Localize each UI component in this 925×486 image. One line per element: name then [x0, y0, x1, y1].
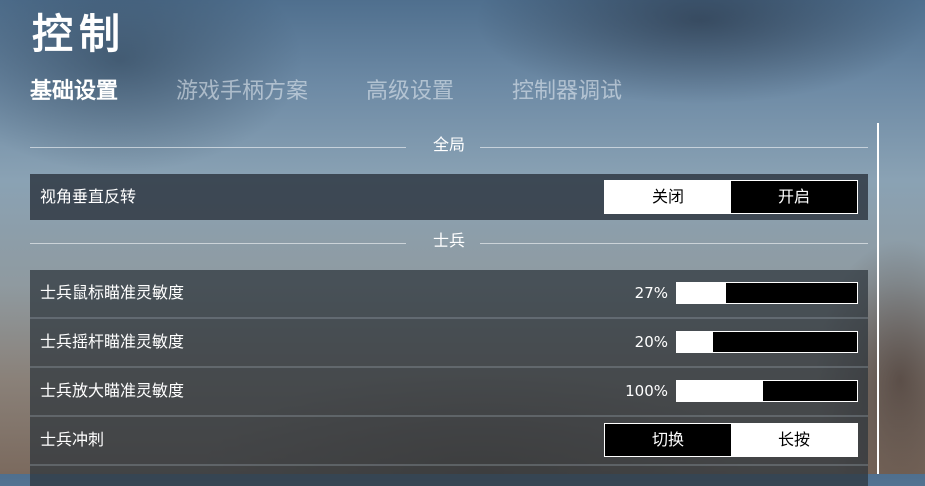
mouse-sensitivity-slider[interactable]: [676, 282, 858, 304]
setting-row-sprint: 士兵冲刺 切换 长按: [30, 417, 868, 466]
page-title: 控制: [32, 10, 126, 58]
toggle-option-toggle[interactable]: 切换: [605, 424, 731, 456]
setting-label: 士兵放大瞄准灵敏度: [40, 381, 185, 400]
setting-row-invert: 视角垂直反转 关闭 开启: [30, 174, 868, 220]
setting-label: 士兵冲刺: [40, 430, 105, 449]
tab-basic-settings[interactable]: 基础设置: [30, 76, 118, 108]
section-divider: [30, 243, 406, 244]
section-divider: [480, 243, 868, 244]
setting-label: 视角垂直反转: [40, 187, 137, 206]
section-divider: [480, 147, 868, 148]
setting-row-stick-sensitivity: 士兵摇杆瞄准灵敏度 20%: [30, 319, 868, 368]
slider-value: 100%: [625, 382, 668, 400]
tab-advanced-settings[interactable]: 高级设置: [366, 76, 454, 108]
slider-fill: [677, 381, 764, 401]
stick-sensitivity-slider[interactable]: [676, 331, 858, 353]
sprint-toggle: 切换 长按: [604, 423, 858, 457]
section-global: 全局: [30, 128, 868, 164]
section-title: 全局: [432, 135, 466, 154]
slider-value: 27%: [634, 284, 668, 302]
section-title: 士兵: [432, 231, 466, 250]
tab-bar: 基础设置 游戏手柄方案 高级设置 控制器调试: [30, 76, 680, 108]
settings-panel: 全局 视角垂直反转 关闭 开启 士兵 士兵鼠标瞄准灵敏度 27% 士兵摇杆瞄准灵…: [30, 128, 868, 486]
toggle-option-hold[interactable]: 长按: [731, 424, 857, 456]
setting-row-partial: [30, 466, 868, 486]
setting-label: 士兵鼠标瞄准灵敏度: [40, 283, 185, 302]
section-soldier: 士兵: [30, 224, 868, 260]
slider-fill: [677, 332, 713, 352]
slider-value: 20%: [634, 333, 668, 351]
section-divider: [30, 147, 406, 148]
scrollbar[interactable]: [877, 123, 879, 474]
slider-fill: [677, 283, 726, 303]
zoom-sensitivity-slider[interactable]: [676, 380, 858, 402]
setting-label: 士兵摇杆瞄准灵敏度: [40, 332, 185, 351]
tab-gamepad-scheme[interactable]: 游戏手柄方案: [176, 76, 308, 108]
setting-row-zoom-sensitivity: 士兵放大瞄准灵敏度 100%: [30, 368, 868, 417]
invert-toggle: 关闭 开启: [604, 180, 858, 214]
setting-row-mouse-sensitivity: 士兵鼠标瞄准灵敏度 27%: [30, 270, 868, 319]
tab-controller-debug[interactable]: 控制器调试: [512, 76, 622, 108]
toggle-option-off[interactable]: 关闭: [605, 181, 731, 213]
toggle-option-on[interactable]: 开启: [731, 181, 857, 213]
